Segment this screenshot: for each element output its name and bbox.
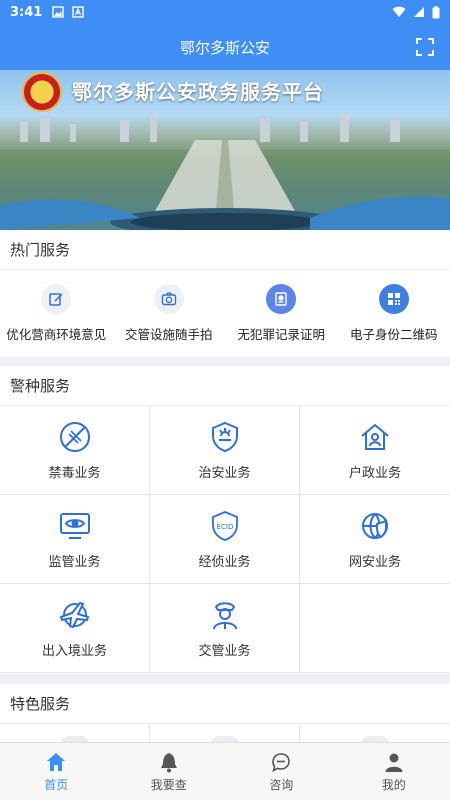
service-cyber-security[interactable]: 网安业务 xyxy=(300,495,450,584)
service-label: 禁毒业务 xyxy=(48,465,101,481)
tab-label: 首页 xyxy=(44,777,69,792)
service-household[interactable]: 户政业务 xyxy=(300,406,450,495)
user-icon xyxy=(385,753,403,772)
home-icon xyxy=(47,752,66,771)
service-label: 治安业务 xyxy=(198,465,251,481)
service-label: 交管业务 xyxy=(198,643,251,659)
edit-icon xyxy=(41,283,72,314)
no-drugs-icon xyxy=(59,421,90,452)
wifi-icon xyxy=(392,6,406,17)
status-bar: 3:41 xyxy=(0,0,450,24)
tab-label: 我要查 xyxy=(150,777,187,792)
fullscreen-icon[interactable] xyxy=(416,38,434,56)
ecid-shield-icon: ECID xyxy=(211,510,238,541)
hot-service-label: 交管设施随手拍 xyxy=(124,326,213,342)
hot-service-label: 优化营商环境意见 xyxy=(6,326,107,342)
battery-icon xyxy=(432,5,440,18)
city-skyline-image xyxy=(0,115,450,230)
police-services-section: 警种服务 禁毒业务 治安业务 户政业务 监管业务 ECID 经侦业务 网安业务 … xyxy=(0,366,450,674)
tab-label: 我的 xyxy=(381,777,406,792)
household-icon xyxy=(361,423,389,450)
tab-mine[interactable]: 我的 xyxy=(338,743,450,800)
page-title: 鄂尔多斯公安 xyxy=(179,38,270,57)
police-emblem-logo xyxy=(22,72,62,112)
camera-icon xyxy=(153,283,184,314)
app-header: 鄂尔多斯公安 xyxy=(0,24,450,70)
service-label: 经侦业务 xyxy=(198,554,251,570)
service-exit-entry[interactable]: 出入境业务 xyxy=(0,584,150,673)
chat-icon xyxy=(272,752,291,772)
hot-service-label: 电子身份二维码 xyxy=(349,326,438,342)
airplane-icon xyxy=(59,601,89,628)
traffic-officer-icon xyxy=(212,601,237,629)
hot-service-no-criminal-record[interactable]: 无犯罪记录证明 xyxy=(225,270,338,356)
section-title-featured: 特色服务 xyxy=(0,684,450,724)
service-traffic-management[interactable]: 交管业务 xyxy=(150,584,300,673)
service-label: 户政业务 xyxy=(348,465,401,481)
cyber-shield-icon xyxy=(362,512,388,539)
tab-consult[interactable]: 咨询 xyxy=(225,743,338,800)
service-economic-investigation[interactable]: ECID 经侦业务 xyxy=(150,495,300,584)
featured-item[interactable] xyxy=(150,724,300,744)
shield-badge-icon xyxy=(211,421,238,452)
service-anti-drug[interactable]: 禁毒业务 xyxy=(0,406,150,495)
service-label: 监管业务 xyxy=(48,554,101,570)
hot-service-business-environment[interactable]: 优化营商环境意见 xyxy=(0,270,113,356)
banner-headline: 鄂尔多斯公安政务服务平台 xyxy=(72,80,324,104)
qrcode-icon xyxy=(378,283,409,314)
hot-services-section: 热门服务 优化营商环境意见 交管设施随手拍 无犯罪记录证明 电子身份二维码 xyxy=(0,230,450,357)
certificate-icon xyxy=(266,283,297,314)
bottom-tabbar: 首页 我要查 咨询 我的 xyxy=(0,742,450,800)
empty-cell xyxy=(300,584,450,673)
hero-banner[interactable]: 鄂尔多斯公安政务服务平台 xyxy=(0,70,450,230)
tab-query[interactable]: 我要查 xyxy=(113,743,226,800)
featured-item[interactable] xyxy=(0,724,150,744)
service-supervision[interactable]: 监管业务 xyxy=(0,495,150,584)
service-public-security[interactable]: 治安业务 xyxy=(150,406,300,495)
image-notification-icon xyxy=(52,6,65,18)
monitor-eye-icon xyxy=(59,512,90,539)
hot-service-traffic-photo[interactable]: 交管设施随手拍 xyxy=(113,270,226,356)
status-time: 3:41 xyxy=(10,4,43,20)
section-title-police: 警种服务 xyxy=(0,366,450,406)
tab-home[interactable]: 首页 xyxy=(0,743,113,800)
service-label: 出入境业务 xyxy=(41,643,107,659)
section-title-hot: 热门服务 xyxy=(0,230,450,270)
signal-icon xyxy=(414,7,424,17)
hot-service-eid-qrcode[interactable]: 电子身份二维码 xyxy=(338,270,450,356)
text-notification-icon xyxy=(72,6,85,18)
service-label: 网安业务 xyxy=(348,554,401,570)
featured-item[interactable] xyxy=(300,724,450,744)
bell-icon xyxy=(160,752,177,772)
featured-grid xyxy=(0,724,450,744)
ecid-text: ECID xyxy=(216,523,233,531)
featured-services-section: 特色服务 xyxy=(0,684,450,744)
tab-label: 咨询 xyxy=(269,777,294,792)
hot-service-label: 无犯罪记录证明 xyxy=(237,326,325,342)
